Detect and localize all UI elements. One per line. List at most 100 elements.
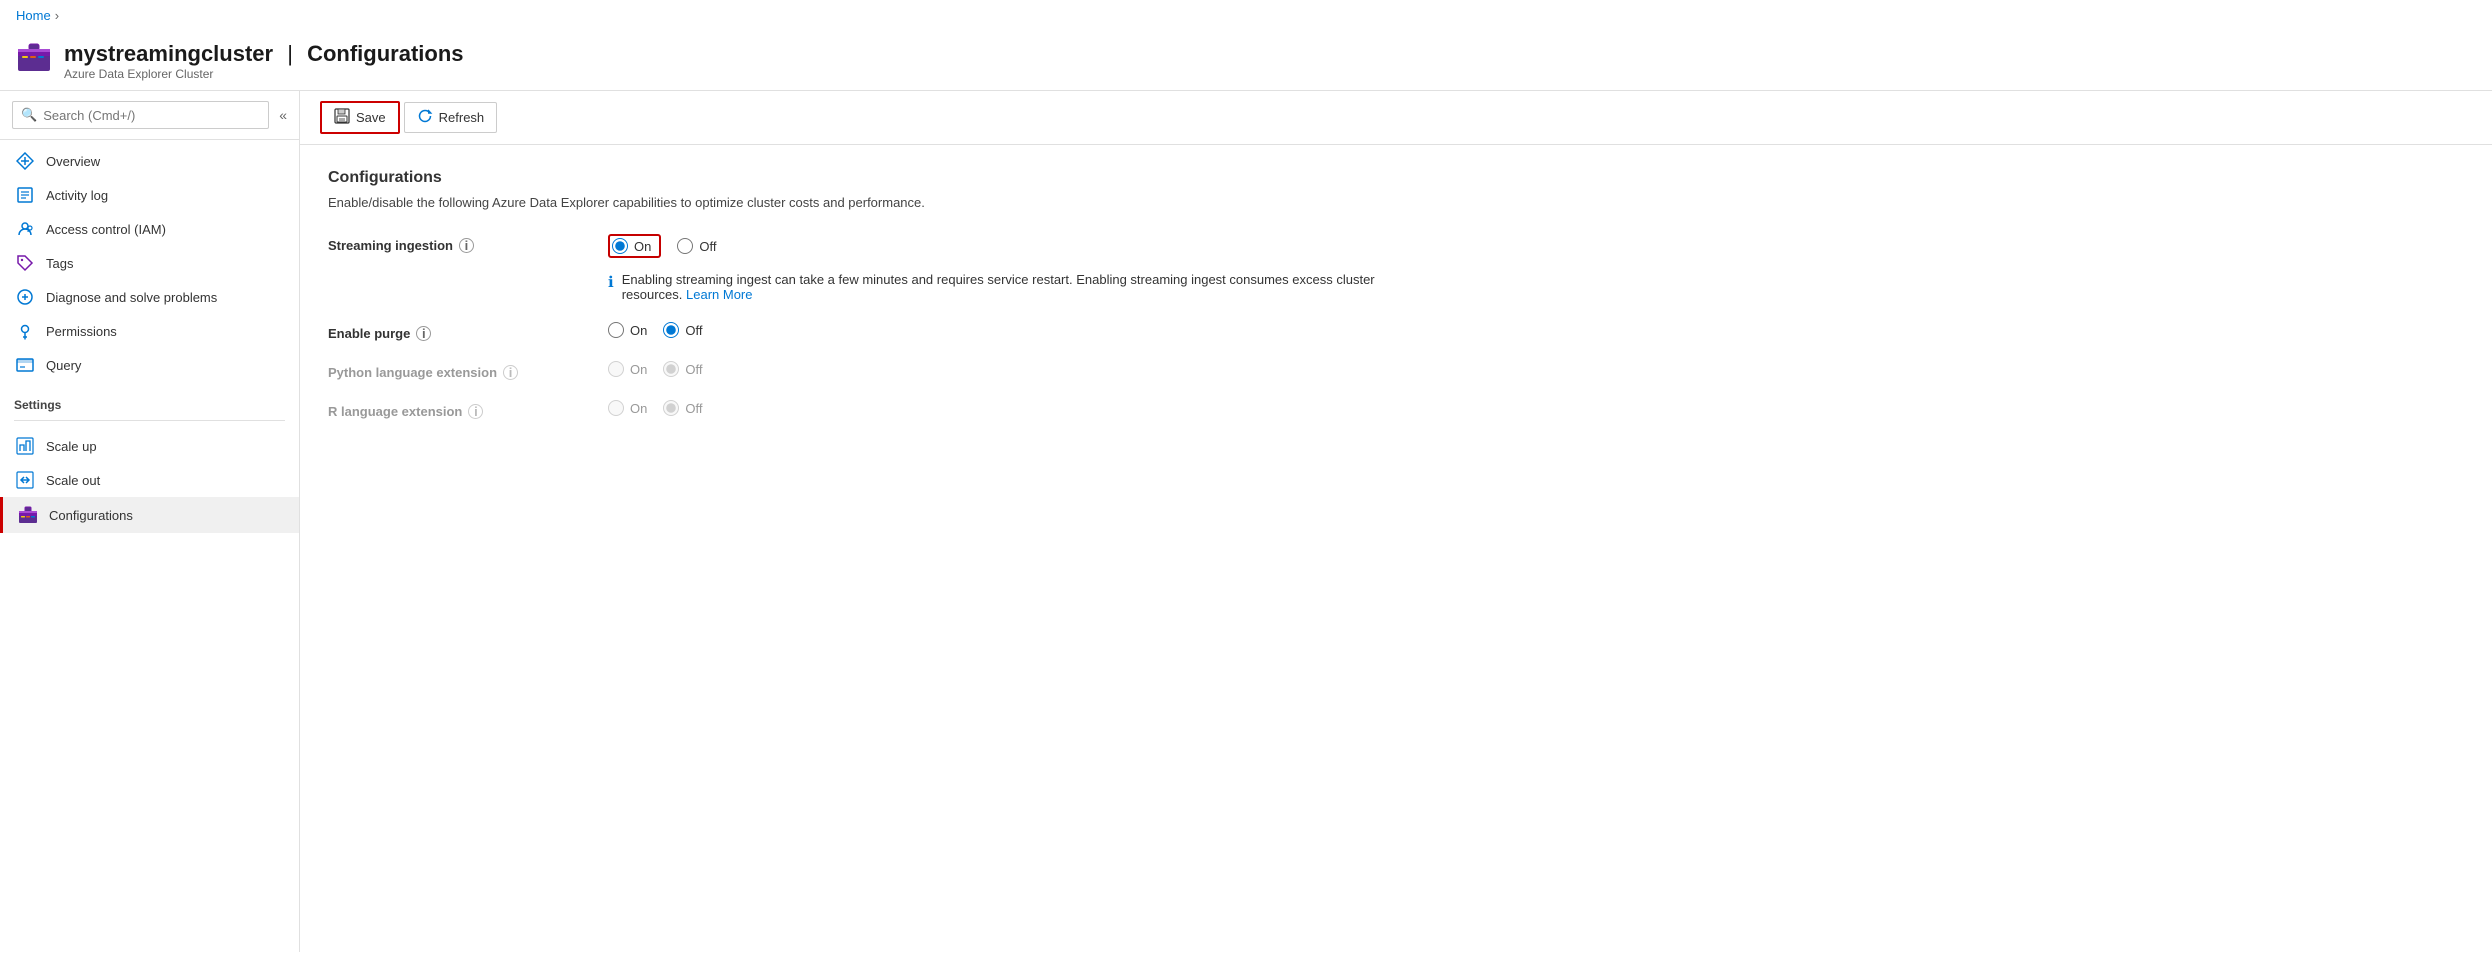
config-row-streaming: Streaming ingestion i On Off	[328, 234, 2464, 302]
configurations-icon	[17, 505, 39, 525]
r-radio-row: On Off	[608, 400, 702, 416]
streaming-off-radio[interactable]	[677, 238, 693, 254]
purge-on-label: On	[630, 323, 647, 338]
overview-label: Overview	[46, 154, 100, 169]
purge-off-option[interactable]: Off	[663, 322, 702, 338]
config-row-python: Python language extension i On Off	[328, 361, 2464, 380]
streaming-info-box: ℹ Enabling streaming ingest can take a f…	[608, 272, 1408, 302]
sidebar-item-access-control[interactable]: Access control (IAM)	[0, 212, 299, 246]
tags-label: Tags	[46, 256, 73, 271]
purge-radio-row: On Off	[608, 322, 702, 338]
purge-options: On Off	[608, 322, 702, 338]
toolbar: Save Refresh	[300, 91, 2492, 145]
sidebar-item-activity-log[interactable]: Activity log	[0, 178, 299, 212]
cluster-name: mystreamingcluster	[64, 41, 273, 66]
config-row-purge: Enable purge i On Off	[328, 322, 2464, 341]
streaming-on-label: On	[634, 239, 651, 254]
streaming-radio-row: On Off	[608, 234, 1408, 258]
r-info-icon[interactable]: i	[468, 404, 483, 419]
streaming-on-highlighted: On	[608, 234, 661, 258]
purge-label: Enable purge i	[328, 322, 608, 341]
streaming-label: Streaming ingestion i	[328, 234, 608, 253]
title-divider: |	[287, 41, 293, 66]
content-body: Configurations Enable/disable the follow…	[300, 145, 2492, 463]
python-label: Python language extension i	[328, 361, 608, 380]
page-title: mystreamingcluster | Configurations	[64, 41, 464, 67]
diagnose-icon	[14, 288, 36, 306]
sidebar-item-tags[interactable]: Tags	[0, 246, 299, 280]
tags-icon	[14, 254, 36, 272]
python-on-radio	[608, 361, 624, 377]
r-on-label: On	[630, 401, 647, 416]
r-on-option[interactable]: On	[608, 400, 647, 416]
sidebar-item-configurations[interactable]: Configurations	[0, 497, 299, 533]
streaming-on-option[interactable]: On	[612, 238, 651, 254]
permissions-label: Permissions	[46, 324, 117, 339]
purge-on-option[interactable]: On	[608, 322, 647, 338]
python-label-text: Python language extension	[328, 365, 497, 380]
query-icon	[14, 356, 36, 374]
query-label: Query	[46, 358, 81, 373]
scale-out-icon	[14, 471, 36, 489]
streaming-off-option[interactable]: Off	[677, 238, 716, 254]
settings-nav-list: Scale up Scale out	[0, 425, 299, 537]
r-label-text: R language extension	[328, 404, 462, 419]
permissions-icon	[14, 322, 36, 340]
refresh-icon	[417, 108, 433, 127]
learn-more-link[interactable]: Learn More	[686, 287, 752, 302]
breadcrumb-home[interactable]: Home	[16, 8, 51, 23]
cluster-icon	[16, 39, 52, 82]
python-on-label: On	[630, 362, 647, 377]
config-row-r: R language extension i On Off	[328, 400, 2464, 419]
section-description: Enable/disable the following Azure Data …	[328, 195, 2464, 210]
streaming-on-radio[interactable]	[612, 238, 628, 254]
sidebar: 🔍 « Overview Activity log	[0, 91, 300, 952]
save-icon	[334, 108, 350, 127]
search-row: 🔍 «	[0, 91, 299, 140]
sidebar-item-query[interactable]: Query	[0, 348, 299, 382]
cluster-subtitle: Azure Data Explorer Cluster	[64, 67, 464, 81]
scale-up-icon	[14, 437, 36, 455]
content-area: Save Refresh Configurations Enable/disab…	[300, 91, 2492, 952]
scale-up-label: Scale up	[46, 439, 97, 454]
streaming-label-text: Streaming ingestion	[328, 238, 453, 253]
section-title: Configurations	[328, 169, 2464, 187]
purge-on-radio[interactable]	[608, 322, 624, 338]
python-off-label: Off	[685, 362, 702, 377]
settings-section-label: Settings	[0, 386, 299, 416]
sidebar-item-overview[interactable]: Overview	[0, 144, 299, 178]
scale-out-label: Scale out	[46, 473, 100, 488]
r-off-option[interactable]: Off	[663, 400, 702, 416]
ade-cluster-svg	[16, 39, 52, 75]
collapse-button[interactable]: «	[279, 107, 287, 123]
config-title: Configurations	[307, 41, 463, 66]
python-radio-row: On Off	[608, 361, 702, 377]
overview-icon	[14, 152, 36, 170]
purge-off-radio[interactable]	[663, 322, 679, 338]
sidebar-item-scale-out[interactable]: Scale out	[0, 463, 299, 497]
streaming-info-icon[interactable]: i	[459, 238, 474, 253]
breadcrumb-sep: ›	[55, 8, 59, 23]
search-field[interactable]	[43, 108, 260, 123]
sidebar-item-scale-up[interactable]: Scale up	[0, 429, 299, 463]
title-block: mystreamingcluster | Configurations Azur…	[64, 41, 464, 81]
refresh-button[interactable]: Refresh	[404, 102, 498, 133]
sidebar-item-diagnose[interactable]: Diagnose and solve problems	[0, 280, 299, 314]
breadcrumb: Home ›	[0, 0, 2492, 31]
search-input-wrapper[interactable]: 🔍	[12, 101, 269, 129]
purge-info-icon[interactable]: i	[416, 326, 431, 341]
save-button[interactable]: Save	[320, 101, 400, 134]
r-off-label: Off	[685, 401, 702, 416]
python-off-option[interactable]: Off	[663, 361, 702, 377]
diagnose-label: Diagnose and solve problems	[46, 290, 217, 305]
r-on-radio	[608, 400, 624, 416]
r-label: R language extension i	[328, 400, 608, 419]
sidebar-item-permissions[interactable]: Permissions	[0, 314, 299, 348]
python-info-icon[interactable]: i	[503, 365, 518, 380]
nav-list: Overview Activity log Access control (IA…	[0, 140, 299, 386]
python-on-option[interactable]: On	[608, 361, 647, 377]
refresh-label: Refresh	[439, 110, 485, 125]
access-control-icon	[14, 220, 36, 238]
purge-off-label: Off	[685, 323, 702, 338]
settings-divider	[14, 420, 285, 421]
